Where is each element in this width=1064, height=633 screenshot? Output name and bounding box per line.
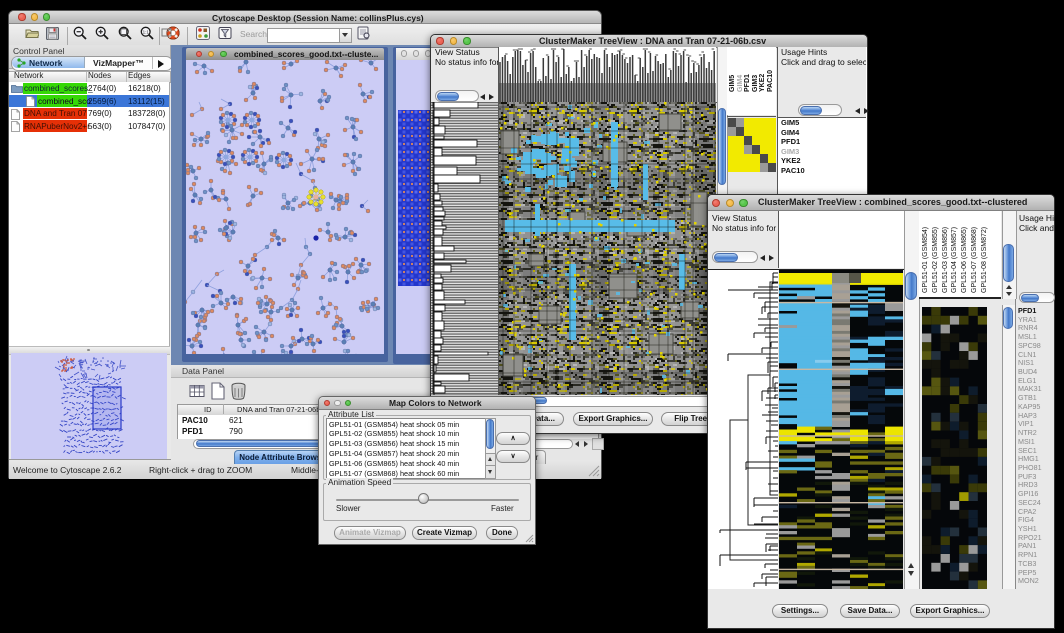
svg-text:1:1: 1:1 — [143, 30, 150, 35]
